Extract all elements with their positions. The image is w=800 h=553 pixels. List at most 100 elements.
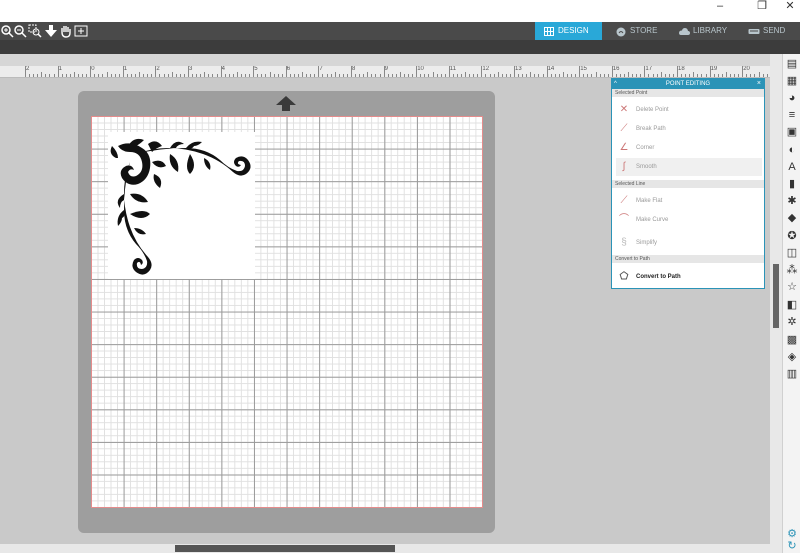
close-window-button[interactable]: ✕ (775, 0, 800, 12)
tab-store[interactable]: STORE (607, 22, 669, 40)
ruler-tick (412, 74, 414, 77)
close-icon[interactable]: × (757, 79, 761, 89)
align-icon[interactable]: ▮ (786, 178, 798, 190)
ruler-label: 8 (352, 66, 356, 72)
pixscan-icon[interactable]: ✲ (786, 316, 798, 328)
ruler-tick (90, 66, 92, 77)
knife-icon[interactable]: ◈ (786, 351, 798, 363)
ruler-tick (94, 74, 96, 77)
ruler-tick (224, 74, 226, 77)
ruler-label: 6 (286, 66, 291, 72)
ruler-tick (65, 74, 67, 77)
ruler-tick (29, 74, 31, 77)
make-curve-button[interactable]: ⌒ Make Curve (616, 211, 762, 229)
ruler-tick (595, 72, 597, 77)
ruler-label: 3 (189, 66, 193, 72)
zoom-out-icon[interactable] (13, 24, 27, 38)
corner-button[interactable]: ∠ Corner (616, 139, 762, 157)
ruler-tick (611, 66, 613, 77)
horizontal-scrollbar[interactable] (0, 544, 770, 553)
ruler-tick (318, 66, 320, 77)
mat-grid[interactable] (91, 116, 483, 508)
zoom-selection-icon[interactable] (28, 24, 42, 38)
tab-send[interactable]: SEND (740, 22, 800, 40)
ruler-tick (106, 72, 108, 77)
settings-gear-icon[interactable]: ⚙ (786, 528, 798, 540)
trace-icon[interactable]: ◫ (786, 247, 798, 259)
ruler-label: 2 (26, 66, 30, 72)
collapse-icon[interactable]: ^ (614, 79, 617, 89)
delete-point-button[interactable]: ✕ Delete Point (616, 101, 762, 119)
ruler-tick (167, 74, 169, 77)
move-down-icon[interactable] (44, 24, 58, 38)
vertical-scroll-thumb[interactable] (773, 264, 779, 328)
horizontal-scroll-thumb[interactable] (175, 545, 395, 552)
tab-design[interactable]: DESIGN (535, 22, 602, 40)
ruler-tick (326, 74, 328, 77)
point-editing-icon[interactable]: ▣ (786, 126, 798, 138)
fill-color-icon[interactable]: ◕ (786, 92, 798, 104)
page-setup-icon[interactable]: ▤ (786, 58, 798, 70)
smooth-button[interactable]: ∫ Smooth (616, 158, 762, 176)
ruler-tick (351, 66, 352, 77)
ruler-tick (232, 74, 234, 77)
pan-hand-icon[interactable] (59, 24, 73, 38)
send-to-page-icon[interactable]: ▦ (786, 75, 798, 87)
replicate-icon[interactable]: ✱ (786, 195, 798, 207)
ruler-tick (61, 74, 63, 77)
sketch-icon[interactable]: ⁂ (786, 264, 798, 276)
restore-button[interactable]: ❐ (747, 0, 777, 12)
ruler-tick (37, 74, 39, 77)
corner-label: Corner (636, 145, 655, 151)
ruler-tick (534, 74, 536, 77)
fit-to-page-icon[interactable] (74, 24, 88, 38)
ruler-tick (685, 74, 687, 77)
simplify-icon: § (621, 237, 627, 248)
vertical-scrollbar[interactable] (770, 54, 782, 553)
ruler-tick (632, 74, 634, 77)
ruler-tick (436, 74, 438, 77)
ruler-tick (599, 74, 601, 77)
warp-icon[interactable]: ▥ (786, 368, 798, 380)
minimize-button[interactable]: – (705, 0, 735, 12)
ruler-tick (656, 74, 658, 77)
ruler-tick (273, 74, 275, 77)
tab-library[interactable]: LIBRARY (670, 22, 740, 40)
layers-icon[interactable]: ◧ (786, 299, 798, 311)
ruler-tick (668, 74, 670, 77)
smooth-label: Smooth (636, 164, 657, 170)
simplify-button[interactable]: § Simplify (616, 234, 762, 252)
ruler-tick (701, 74, 703, 77)
ruler-tick (734, 74, 736, 77)
text-style-icon[interactable]: A (786, 161, 798, 173)
ruler-tick (53, 74, 55, 77)
flourish-corner-icon[interactable] (108, 132, 255, 279)
ruler-tick (269, 72, 271, 77)
ruler-tick (725, 72, 727, 77)
ruler-tick (465, 72, 467, 77)
ruler-tick (277, 74, 279, 77)
favorites-star-icon[interactable]: ☆ (786, 281, 798, 293)
convert-to-path-button[interactable]: ⬠ Convert to Path (616, 268, 762, 286)
make-flat-button[interactable]: ⟋ Make Flat (616, 192, 762, 210)
ruler-tick (717, 74, 719, 77)
design-object[interactable] (108, 132, 255, 279)
ruler-tick (575, 74, 577, 77)
zoom-in-icon[interactable] (0, 24, 14, 38)
offset-icon[interactable]: ✪ (786, 230, 798, 242)
ruler-tick (249, 74, 251, 77)
line-style-icon[interactable]: ≡ (786, 109, 798, 121)
ruler-tick (762, 74, 764, 77)
modify-icon[interactable]: ◆ (786, 212, 798, 224)
ruler-tick (265, 74, 267, 77)
ruler-label: 5 (254, 66, 258, 72)
ruler-tick (754, 74, 756, 77)
refresh-icon[interactable]: ↻ (786, 540, 798, 552)
break-path-button[interactable]: ⟋ Break Path (616, 120, 762, 138)
tab-send-label: SEND (763, 26, 786, 35)
ruler-tick (57, 66, 59, 77)
ruler-label: 11 (449, 66, 457, 72)
transparency-icon[interactable]: ◐ (786, 144, 798, 156)
print-cut-icon[interactable]: ▩ (786, 334, 798, 346)
window-titlebar: – ❐ ✕ (0, 0, 800, 22)
